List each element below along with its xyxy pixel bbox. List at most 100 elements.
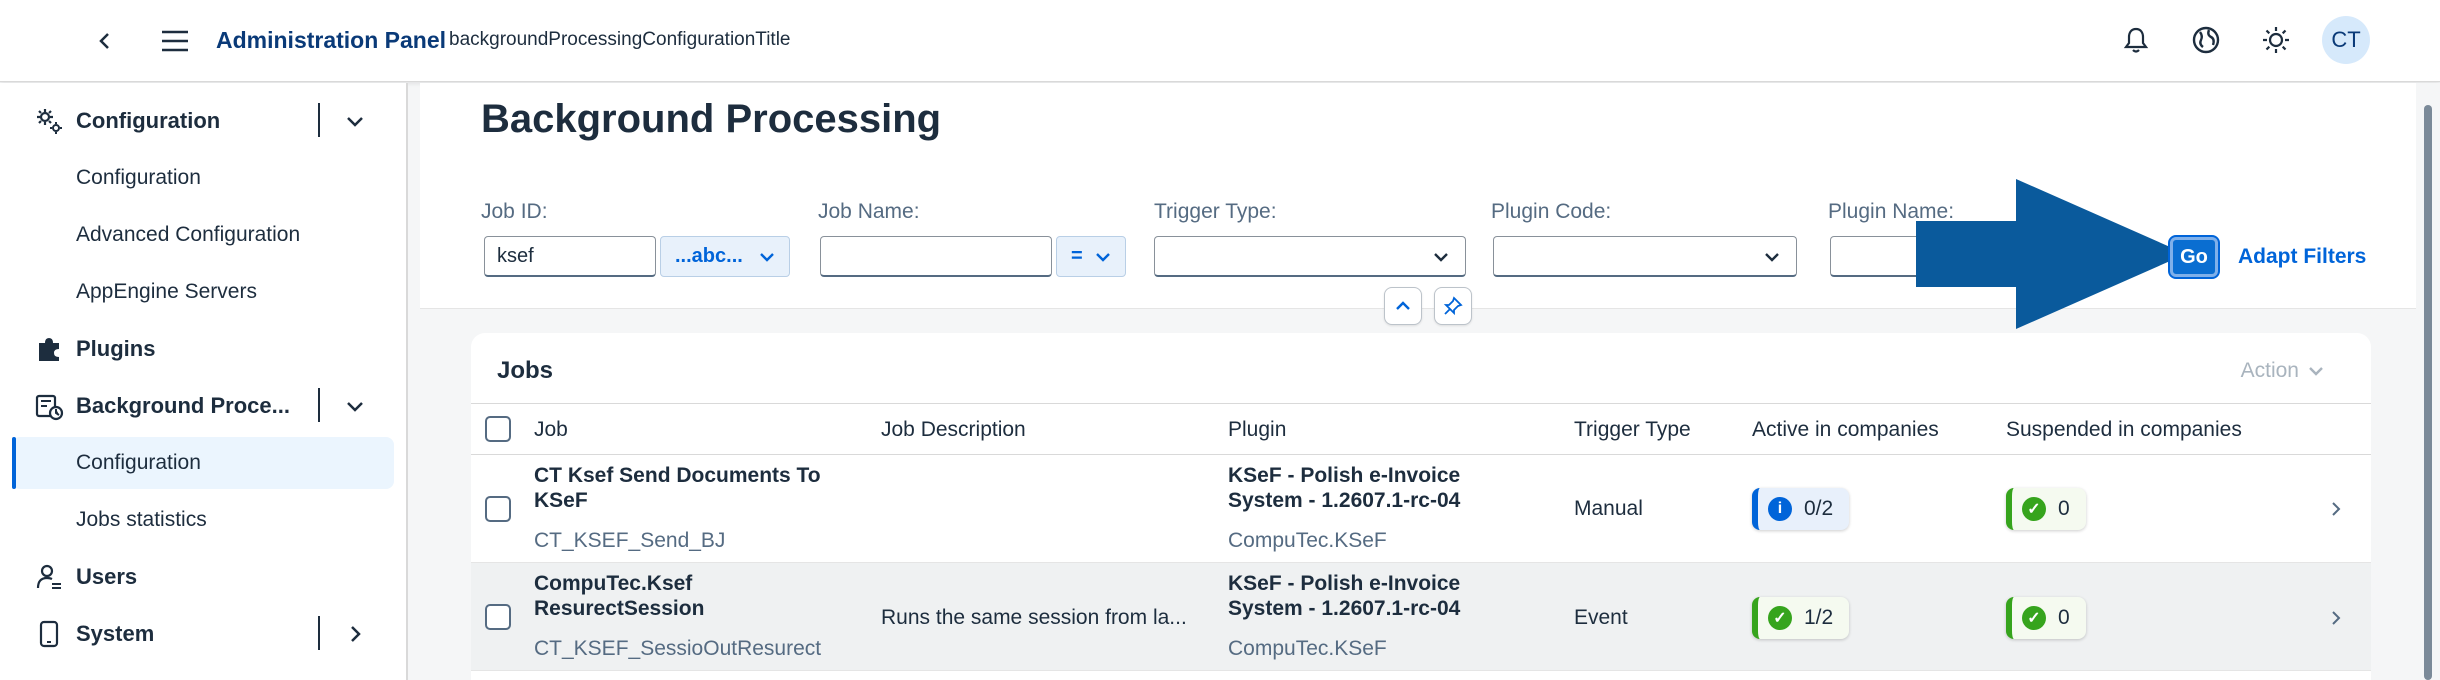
chevron-down-icon (1760, 245, 1784, 269)
column-header-suspended[interactable]: Suspended in companies (2006, 418, 2242, 442)
annotation-arrow (1916, 179, 2186, 329)
sidebar-group-label: Plugins (76, 336, 156, 361)
active-count: 1/2 (1804, 606, 1834, 629)
job-id: CT_KSEF_Send_BJ (534, 529, 726, 552)
sidebar: Configuration Configuration Advanced Con… (0, 83, 408, 680)
column-header-plugin[interactable]: Plugin (1228, 418, 1286, 442)
plugin-code: CompuTec.KSeF (1228, 529, 1387, 552)
job-name-line1: CompuTec.Ksef (534, 572, 693, 595)
sidebar-item-configuration-group[interactable]: Configuration (0, 95, 408, 147)
sidebar-item-label: AppEngine Servers (76, 280, 257, 303)
plugin-name-line1: KSeF - Polish e-Invoice (1228, 464, 1461, 487)
back-button[interactable] (88, 24, 122, 58)
sidebar-group-label: System (76, 621, 155, 646)
menu-button[interactable] (156, 22, 194, 60)
plugin-name-line2: System - 1.2607.1-rc-04 (1228, 597, 1461, 620)
job-id-input[interactable]: ksef (484, 236, 656, 277)
table-header: Job Job Description Plugin Trigger Type … (471, 403, 2371, 455)
plugin-name-line2: System - 1.2607.1-rc-04 (1228, 489, 1461, 512)
column-header-job[interactable]: Job (534, 418, 568, 442)
page-scrollbar[interactable] (2416, 83, 2440, 680)
puzzle-icon (34, 334, 64, 364)
chevron-down-icon (1091, 245, 1115, 269)
divider (318, 388, 320, 422)
action-menu-button[interactable]: Action (2241, 359, 2325, 383)
sidebar-item-label: Advanced Configuration (76, 223, 301, 246)
job-name-label: Job Name: (818, 200, 920, 223)
background-process-icon (34, 391, 64, 421)
column-header-trigger-type[interactable]: Trigger Type (1574, 418, 1691, 442)
chevron-down-icon (2309, 367, 2323, 376)
chevron-right-icon[interactable] (340, 619, 370, 649)
sidebar-group-label: Background Proce... (76, 393, 290, 418)
sidebar-item-label: Configuration (76, 166, 201, 189)
plugin-code-select[interactable] (1493, 236, 1797, 277)
app-title[interactable]: Administration Panel (216, 27, 446, 54)
chevron-left-icon (99, 33, 109, 49)
plugin-code-label: Plugin Code: (1491, 200, 1612, 223)
action-label: Action (2240, 359, 2299, 382)
sidebar-item-appengine-servers[interactable]: AppEngine Servers (12, 266, 394, 318)
avatar[interactable]: CT (2322, 16, 2370, 64)
table-title: Jobs (497, 357, 554, 384)
pin-icon (1443, 296, 1463, 316)
sidebar-group-label: Users (76, 564, 138, 589)
page-title: Background Processing (481, 97, 942, 141)
scrollbar-thumb[interactable] (2424, 105, 2432, 680)
sidebar-item-configuration[interactable]: Configuration (12, 152, 394, 204)
chevron-down-icon[interactable] (340, 391, 370, 421)
adapt-filters-link[interactable]: Adapt Filters (2238, 245, 2366, 269)
column-header-active[interactable]: Active in companies (1752, 418, 1939, 442)
divider (318, 103, 320, 137)
sidebar-item-advanced-configuration[interactable]: Advanced Configuration (12, 209, 394, 261)
job-name-operator-select[interactable]: = (1056, 236, 1126, 277)
job-id: CT_KSEF_SessioOutResurect (534, 637, 822, 660)
column-header-description[interactable]: Job Description (881, 418, 1026, 442)
filter-bar: Background Processing Job ID: ksef ...ab… (420, 83, 2420, 329)
select-all-checkbox[interactable] (485, 416, 511, 442)
row-checkbox[interactable] (485, 604, 511, 630)
job-id-operator-select[interactable]: ...abc... (660, 236, 790, 277)
sidebar-item-plugins[interactable]: Plugins (0, 323, 408, 375)
checkmark-icon: ✓ (2022, 497, 2046, 521)
chevron-right-icon[interactable] (2325, 498, 2347, 520)
job-name-input[interactable] (820, 236, 1052, 277)
language-button[interactable] (2182, 16, 2230, 64)
collapse-header-button[interactable] (1384, 287, 1422, 325)
trigger-type-label: Trigger Type: (1154, 200, 1277, 223)
chevron-down-icon[interactable] (340, 106, 370, 136)
chevron-right-icon[interactable] (2325, 607, 2347, 629)
sidebar-item-system[interactable]: System (0, 608, 408, 660)
active-count: 0/2 (1804, 497, 1834, 520)
trigger-type-select[interactable] (1154, 236, 1466, 277)
row-checkbox[interactable] (485, 496, 511, 522)
chevron-down-icon (755, 245, 779, 269)
table-row[interactable]: CT Ksef Send Documents To KSeF CT_KSEF_S… (471, 455, 2371, 563)
device-icon (34, 619, 64, 649)
sidebar-item-bp-configuration[interactable]: Configuration (12, 437, 394, 489)
active-status-badge: i 0/2 (1752, 488, 1850, 530)
plugin-name-line1: KSeF - Polish e-Invoice (1228, 572, 1461, 595)
theme-button[interactable] (2252, 16, 2300, 64)
sidebar-item-users[interactable]: Users (0, 551, 408, 603)
job-name-line2: ResurectSession (534, 597, 705, 620)
operator-label: = (1071, 245, 1083, 267)
suspended-status-badge: ✓ 0 (2006, 597, 2086, 639)
job-name-line1: CT Ksef Send Documents To (534, 464, 821, 487)
sidebar-item-background-processing-group[interactable]: Background Proce... (0, 380, 408, 432)
suspended-count: 0 (2058, 606, 2070, 629)
notifications-button[interactable] (2112, 16, 2160, 64)
sun-icon (2263, 27, 2289, 53)
globe-icon (2192, 26, 2220, 54)
operator-label: ...abc... (675, 245, 743, 267)
sidebar-item-jobs-statistics[interactable]: Jobs statistics (12, 494, 394, 546)
gears-icon (34, 106, 64, 136)
checkmark-icon: ✓ (2022, 606, 2046, 630)
go-button[interactable]: Go (2170, 237, 2218, 277)
bell-icon (2123, 27, 2149, 53)
info-icon: i (1768, 497, 1792, 521)
main-content: Background Processing Job ID: ksef ...ab… (410, 83, 2440, 680)
pin-header-button[interactable] (1434, 287, 1472, 325)
chevron-up-icon (1396, 301, 1410, 310)
table-row[interactable]: CompuTec.Ksef ResurectSession CT_KSEF_Se… (471, 563, 2371, 671)
